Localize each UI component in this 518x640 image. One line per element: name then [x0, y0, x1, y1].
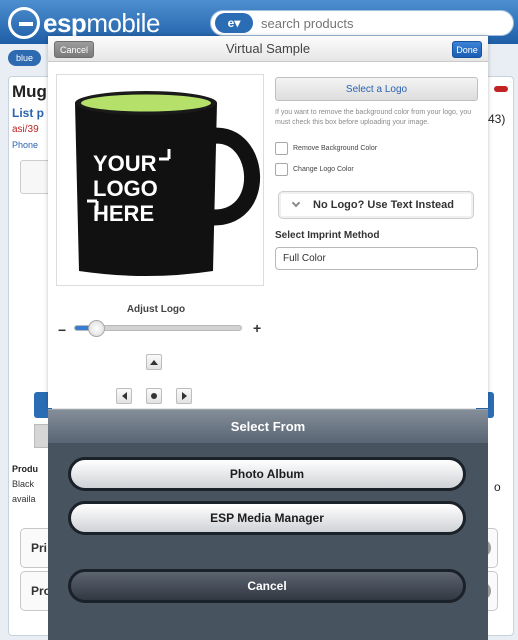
status-indicator	[494, 86, 508, 92]
remove-background-checkbox[interactable]	[275, 142, 288, 155]
media-manager-button[interactable]: ESP Media Manager	[68, 501, 466, 535]
logo-size-slider[interactable]	[74, 320, 242, 337]
adjust-logo-label: Adjust Logo	[126, 304, 186, 315]
background-hint-text: If you want to remove the background col…	[275, 109, 472, 126]
action-sheet: Photo Album ESP Media Manager Cancel	[48, 443, 488, 640]
center-button[interactable]	[146, 388, 162, 404]
mug-image: YOUR LOGO HERE	[75, 91, 261, 276]
select-logo-button[interactable]: Select a Logo	[275, 77, 478, 101]
photo-album-button[interactable]: Photo Album	[68, 457, 466, 491]
search-bar[interactable]: e▾	[210, 10, 514, 36]
phone-label[interactable]: Phone	[12, 140, 38, 150]
mug-preview: YOUR LOGO HERE	[56, 74, 264, 286]
action-sheet-header: Select From	[48, 409, 488, 443]
slider-handle[interactable]	[87, 320, 105, 337]
product-info-label: Produ	[12, 464, 38, 474]
zoom-out-icon[interactable]: −	[58, 323, 66, 337]
esp-e-icon	[8, 7, 40, 39]
zoom-in-icon[interactable]: +	[253, 321, 261, 335]
chevron-down-icon	[291, 198, 301, 208]
logo-text: espmobile	[43, 8, 160, 39]
search-input[interactable]	[261, 15, 501, 31]
product-color: Black	[12, 479, 35, 489]
virtual-sample-dialog: Cancel Virtual Sample Done YOUR LOGO HER…	[48, 36, 488, 408]
list-price-label: List p	[12, 106, 44, 120]
use-text-label: No Logo? Use Text Instead	[313, 199, 454, 211]
move-right-button[interactable]	[176, 388, 192, 404]
move-up-button[interactable]	[146, 354, 162, 370]
product-title: Mug	[12, 82, 47, 101]
esp-logo[interactable]: espmobile	[8, 6, 160, 40]
logo-suffix: mobile	[86, 7, 160, 38]
dialog-title: Virtual Sample	[225, 41, 311, 56]
remove-background-label: Remove Background Color	[293, 145, 378, 152]
imprint-method-field[interactable]	[275, 247, 478, 270]
truncated-text: o	[494, 480, 501, 494]
thumbnail[interactable]	[20, 160, 50, 194]
sheet-cancel-button[interactable]: Cancel	[68, 569, 466, 603]
logo-line-3: HERE	[93, 201, 154, 226]
change-color-option[interactable]: Change Logo Color	[275, 163, 354, 176]
logo-prefix: esp	[43, 7, 87, 38]
change-color-checkbox[interactable]	[275, 163, 288, 176]
use-text-toggle[interactable]: No Logo? Use Text Instead	[278, 191, 474, 219]
arrow-right-icon	[181, 392, 187, 400]
move-left-button[interactable]	[116, 388, 132, 404]
center-dot-icon	[151, 393, 157, 399]
mug-inner	[81, 94, 211, 112]
change-color-label: Change Logo Color	[293, 166, 354, 173]
rating-count: 43)	[488, 112, 506, 126]
imprint-method-label: Select Imprint Method	[275, 230, 380, 241]
action-sheet-title: Select From	[230, 419, 306, 434]
remove-background-option[interactable]: Remove Background Color	[275, 142, 377, 155]
price-row-label: Pri	[31, 541, 48, 555]
dialog-header: Cancel Virtual Sample Done	[48, 36, 488, 62]
done-button[interactable]: Done	[452, 41, 482, 58]
logo-line-1: YOUR	[93, 151, 157, 176]
logo-line-2: LOGO	[93, 176, 158, 201]
asi-number: asi/39	[12, 124, 39, 135]
search-scope-icon[interactable]: e▾	[215, 13, 253, 33]
availability-text: availa	[12, 494, 36, 504]
arrow-left-icon	[121, 392, 127, 400]
breadcrumb[interactable]: blue	[8, 50, 42, 66]
arrow-up-icon	[150, 359, 158, 365]
